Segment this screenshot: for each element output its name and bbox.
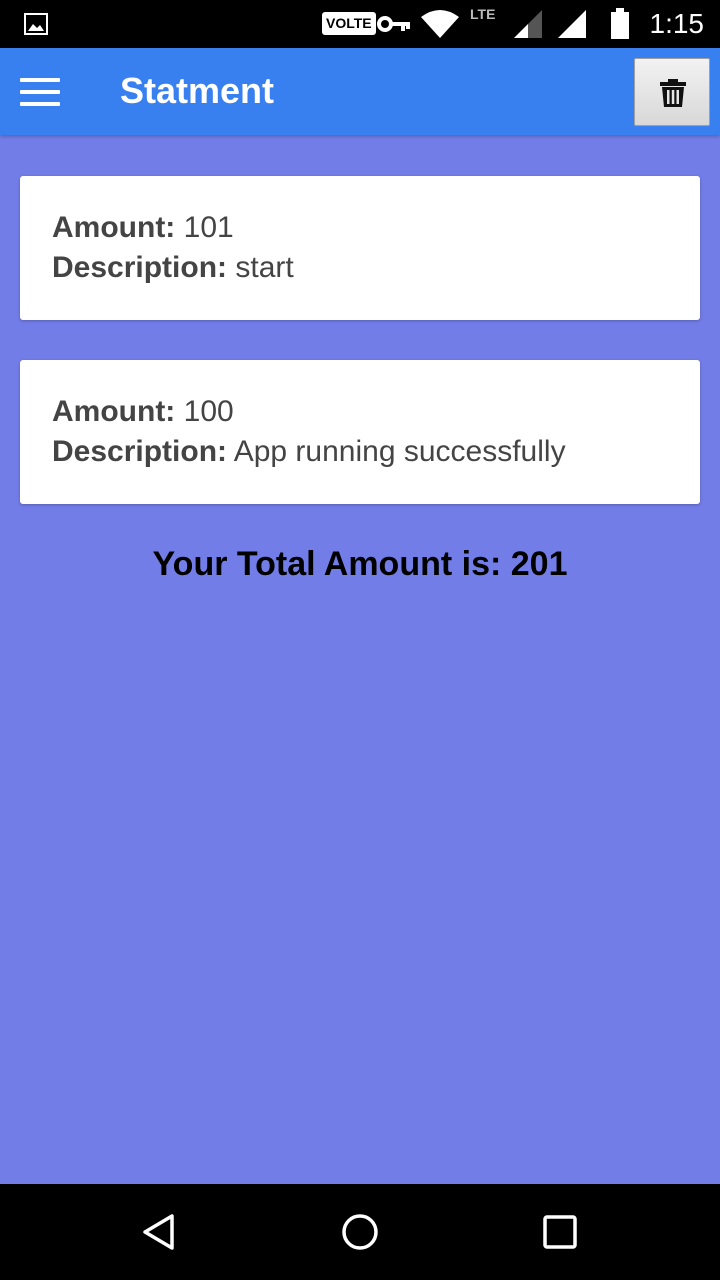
app-bar: Statment: [0, 48, 720, 135]
amount-label: Amount:: [52, 211, 176, 244]
signal-icon: [514, 10, 542, 38]
home-icon[interactable]: [340, 1212, 380, 1252]
delete-button[interactable]: [634, 58, 710, 126]
description-value: start: [235, 251, 294, 284]
description-row: Description: App running successfully: [52, 432, 668, 472]
status-bar: VOLTE LTE 1:15: [0, 0, 720, 48]
hamburger-menu-icon[interactable]: [12, 68, 68, 116]
battery-icon: [611, 8, 629, 39]
description-label: Description:: [52, 251, 228, 284]
navigation-bar: [0, 1184, 720, 1280]
volte-badge: VOLTE: [322, 12, 376, 35]
total-amount-text: Your Total Amount is: 201: [152, 545, 568, 583]
amount-row: Amount: 101: [52, 208, 668, 248]
signal-icon: [558, 10, 586, 38]
transaction-card[interactable]: Amount: 100 Description: App running suc…: [20, 360, 700, 504]
description-row: Description: start: [52, 248, 668, 288]
page-title: Statment: [120, 70, 275, 111]
amount-value: 101: [183, 211, 234, 244]
transaction-card[interactable]: Amount: 101 Description: start: [20, 176, 700, 320]
amount-label: Amount:: [52, 395, 176, 428]
back-icon[interactable]: [140, 1212, 180, 1252]
recents-icon[interactable]: [540, 1212, 580, 1252]
clock: 1:15: [649, 8, 705, 39]
description-value: App running successfully: [233, 435, 566, 468]
trash-icon: [660, 79, 686, 107]
description-label: Description:: [52, 435, 228, 468]
wifi-icon: [421, 10, 459, 38]
gallery-icon: [24, 13, 48, 35]
amount-value: 100: [183, 395, 234, 428]
lte-label: LTE: [470, 6, 496, 22]
key-icon: [377, 16, 410, 32]
amount-row: Amount: 100: [52, 392, 668, 432]
